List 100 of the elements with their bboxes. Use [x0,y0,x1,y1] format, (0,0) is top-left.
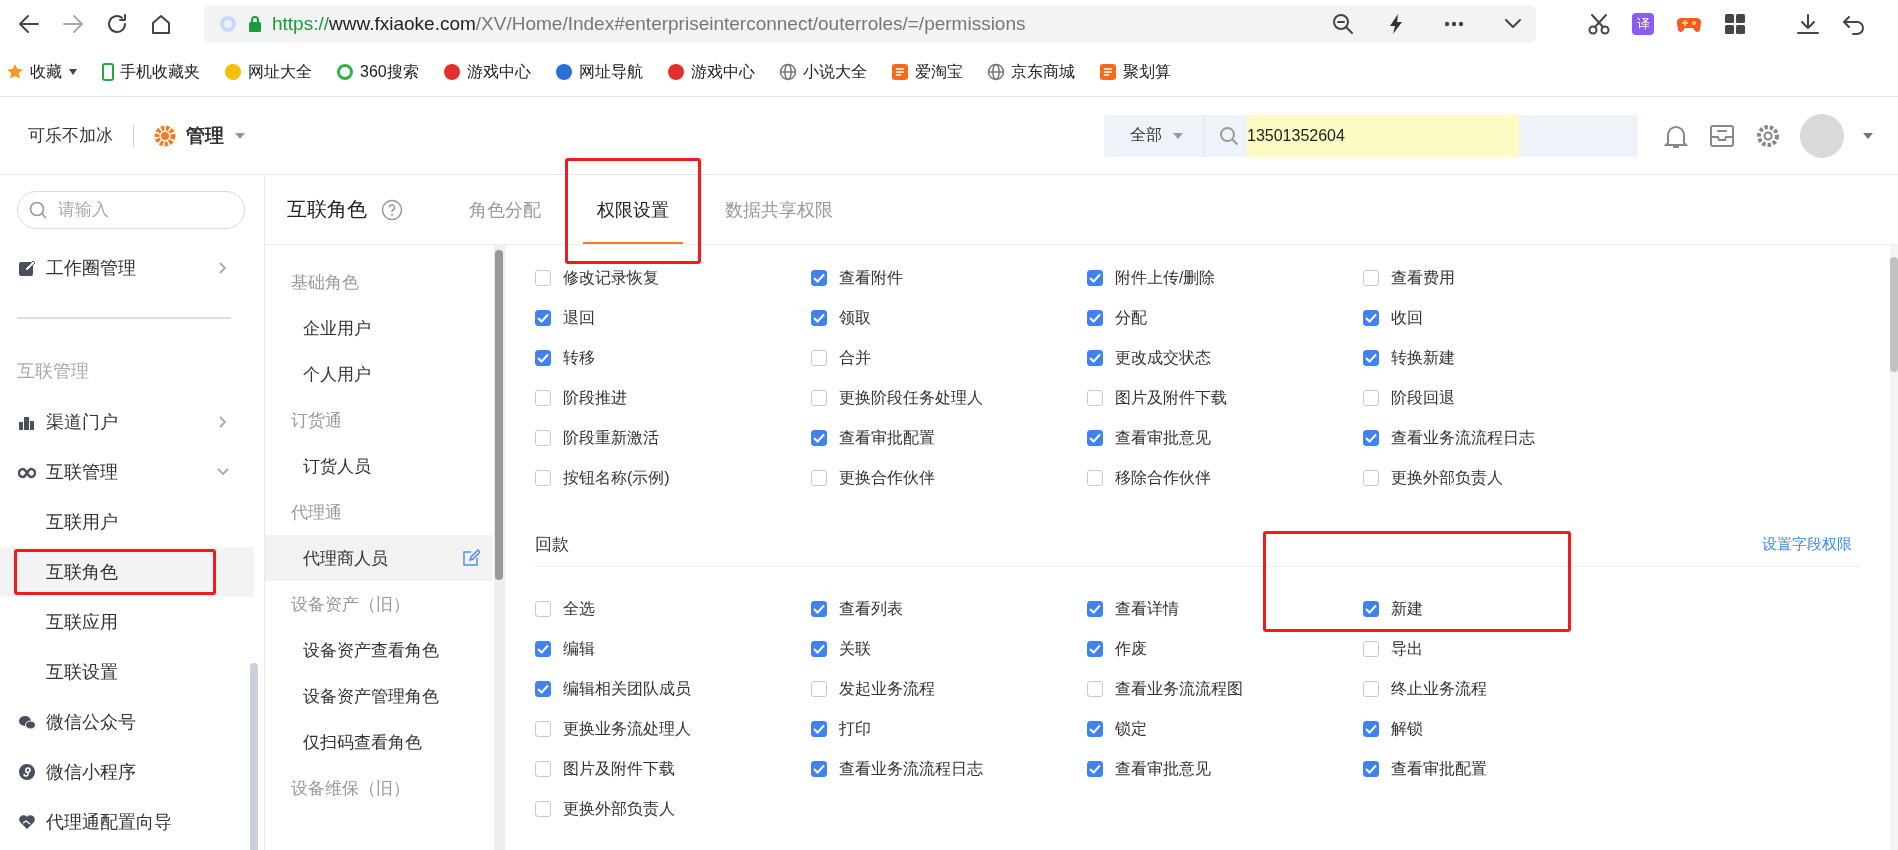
permission-checkbox[interactable]: 分配 [1087,298,1147,338]
nav-item[interactable]: 代理通配置向导 [0,797,254,847]
checkbox[interactable] [1087,721,1103,737]
role-item[interactable]: 个人用户 [265,351,492,397]
permission-checkbox[interactable]: 查看附件 [811,258,903,298]
permission-checkbox[interactable]: 阶段重新激活 [535,418,659,458]
checkbox[interactable] [535,350,551,366]
checkbox[interactable] [1363,470,1379,486]
permission-checkbox[interactable]: 按钮名称(示例) [535,458,670,498]
nav-item[interactable]: 互联设置 [0,647,254,697]
nav-item[interactable]: 工作圈管理 [0,243,254,293]
undo-icon[interactable] [1842,13,1866,35]
checkbox[interactable] [811,350,827,366]
bookmark[interactable]: 京东商城 [986,61,1075,83]
checkbox[interactable] [811,310,827,326]
checkbox[interactable] [1087,761,1103,777]
permission-checkbox[interactable]: 发起业务流程 [811,669,935,709]
checkbox[interactable] [535,390,551,406]
checkbox[interactable] [811,270,827,286]
home-icon[interactable] [150,13,172,35]
bookmark[interactable]: 游戏中心 [442,61,531,83]
checkbox[interactable] [535,601,551,617]
checkbox[interactable] [811,721,827,737]
permission-checkbox[interactable]: 打印 [811,709,871,749]
checkbox[interactable] [535,721,551,737]
checkbox[interactable] [535,641,551,657]
checkbox[interactable] [1087,310,1103,326]
checkbox[interactable] [535,270,551,286]
bookmark[interactable]: 聚划算 [1098,61,1171,83]
checkbox[interactable] [811,681,827,697]
forward-icon[interactable] [62,14,84,34]
checkbox[interactable] [811,761,827,777]
permission-checkbox[interactable]: 查看业务流流程日志 [811,749,983,789]
permission-checkbox[interactable]: 阶段回退 [1363,378,1455,418]
permission-checkbox[interactable]: 更换业务流处理人 [535,709,691,749]
checkbox[interactable] [811,601,827,617]
zoom-icon[interactable] [1332,13,1354,35]
permission-checkbox[interactable]: 领取 [811,298,871,338]
checkbox[interactable] [1087,270,1103,286]
role-item[interactable]: 代理商人员 [265,535,492,581]
checkbox[interactable] [535,801,551,817]
caret-icon[interactable] [234,131,246,140]
checkbox[interactable] [1087,641,1103,657]
checkbox[interactable] [1087,350,1103,366]
nav-item[interactable]: 微信小程序 [0,747,254,797]
checkbox[interactable] [811,470,827,486]
permission-checkbox[interactable]: 锁定 [1087,709,1147,749]
role-item[interactable]: 订货人员 [265,443,492,489]
role-item[interactable]: 企业用户 [265,305,492,351]
scrollbar[interactable] [250,663,258,850]
permission-checkbox[interactable]: 阶段推进 [535,378,627,418]
permission-checkbox[interactable]: 更改成交状态 [1087,338,1211,378]
permission-checkbox[interactable]: 查看审批配置 [811,418,935,458]
role-item[interactable]: 仅扫码查看角色 [265,719,492,765]
permission-checkbox[interactable]: 附件上传/删除 [1087,258,1216,298]
bookmark[interactable]: 网址大全 [224,61,312,83]
permission-checkbox[interactable]: 编辑 [535,629,595,669]
permission-checkbox[interactable]: 编辑相关团队成员 [535,669,691,709]
bookmark[interactable]: 收藏 [6,61,78,83]
checkbox[interactable] [811,430,827,446]
checkbox[interactable] [1087,601,1103,617]
caret-icon[interactable] [1862,131,1874,140]
checkbox[interactable] [1363,761,1379,777]
checkbox[interactable] [535,470,551,486]
address-bar[interactable]: https://www.fxiaoke.com/XV/Home/Index#enterpriseinterconnect/outerroles/=/permissions [204,5,1536,43]
checkbox[interactable] [1087,430,1103,446]
nav-item[interactable]: 微信公众号 [0,697,254,747]
bookmark[interactable]: 爱淘宝 [890,61,963,83]
permission-checkbox[interactable]: 查看业务流流程日志 [1363,418,1535,458]
permission-checkbox[interactable]: 图片及附件下载 [535,749,675,789]
checkbox[interactable] [1363,310,1379,326]
permission-checkbox[interactable]: 转移 [535,338,595,378]
bookmark[interactable]: 手机收藏夹 [102,61,200,83]
chevron-down-icon[interactable] [1504,18,1522,30]
nav-item[interactable]: 互联角色 [0,547,254,597]
permission-checkbox[interactable]: 更换合作伙伴 [811,458,935,498]
permission-checkbox[interactable]: 更换外部负责人 [535,789,675,829]
nav-item[interactable]: 互联用户 [0,497,254,547]
scissors-icon[interactable] [1588,13,1610,35]
download-icon[interactable] [1796,13,1820,35]
search-field[interactable]: 请输入 [17,191,245,229]
permission-checkbox[interactable]: 查看列表 [811,589,903,629]
permission-checkbox[interactable]: 合并 [811,338,871,378]
checkbox[interactable] [1363,390,1379,406]
permission-checkbox[interactable]: 转换新建 [1363,338,1455,378]
scope-dropdown[interactable]: 全部 [1104,114,1205,157]
permission-checkbox[interactable]: 查看费用 [1363,258,1455,298]
permission-checkbox[interactable]: 移除合作伙伴 [1087,458,1211,498]
checkbox[interactable] [1363,641,1379,657]
bookmark[interactable]: 小说大全 [778,61,867,83]
checkbox[interactable] [535,681,551,697]
permission-checkbox[interactable]: 关联 [811,629,871,669]
permission-checkbox[interactable]: 新建 [1363,589,1423,629]
grid-icon[interactable] [1724,13,1746,35]
permission-checkbox[interactable]: 终止业务流程 [1363,669,1487,709]
role-item[interactable]: 设备资产管理角色 [265,673,492,719]
checkbox[interactable] [1363,350,1379,366]
permission-checkbox[interactable]: 全选 [535,589,595,629]
back-icon[interactable] [18,14,40,34]
global-search[interactable]: 全部 13501352604 [1104,114,1638,157]
